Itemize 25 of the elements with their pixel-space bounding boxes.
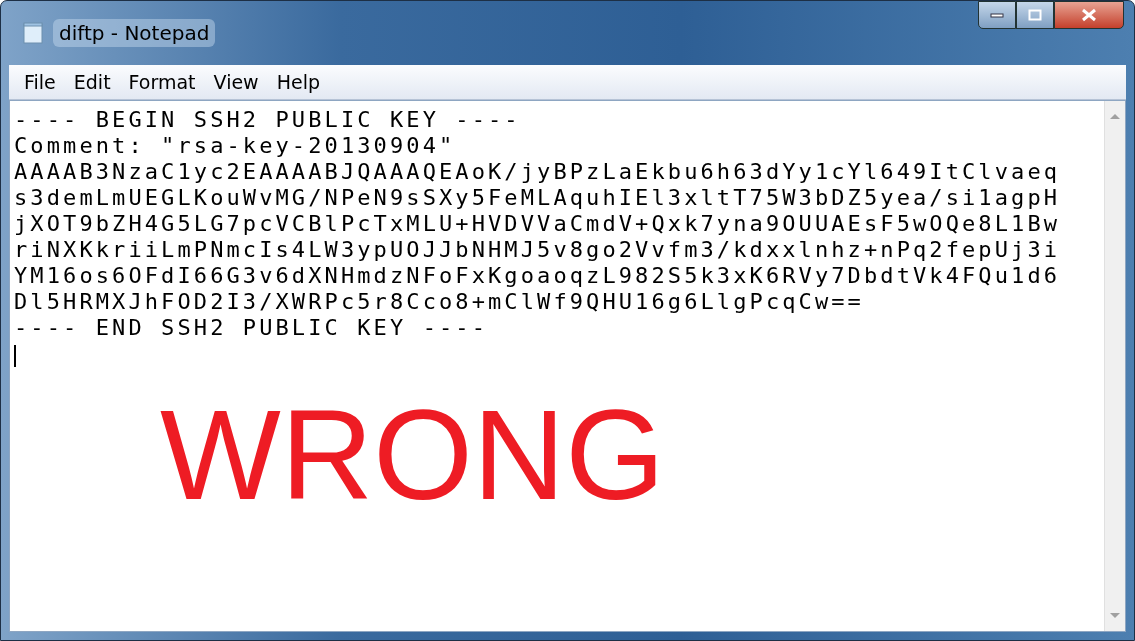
- menu-item[interactable]: View: [206, 69, 266, 95]
- maximize-button[interactable]: [1016, 1, 1054, 29]
- text-cursor: [14, 345, 16, 367]
- text-line: s3demLmUEGLKouWvMG/NPeN9sSXy5FeMLAquhIEl3xltT75W3bDZ5yea/si1agpH: [14, 185, 1062, 211]
- notepad-icon: [23, 22, 43, 44]
- menu-item[interactable]: Edit: [66, 69, 118, 95]
- close-button[interactable]: [1054, 1, 1124, 29]
- text-line: ---- BEGIN SSH2 PUBLIC KEY ----: [14, 107, 522, 133]
- close-icon: [1081, 8, 1097, 22]
- maximize-icon: [1028, 9, 1042, 21]
- minimize-icon: [990, 12, 1004, 18]
- text-line: AAAAB3NzaC1yc2EAAAABJQAAAQEAoK/jyBPzLaEkbu6h63dYy1cYl649ItClvaeq: [14, 159, 1062, 185]
- menu-item[interactable]: File: [17, 69, 63, 95]
- text-line: jXOT9bZH4G5LG7pcVCBlPcTxMLU+HVDVVaCmdV+Qxk7yna9OUUAEsF5wOQe8L1Bw: [14, 211, 1062, 237]
- text-line: riNXKkriiLmPNmcIs4LW3ypUOJJbNHMJ5v8go2Vvfm3/kdxxlnhz+nPq2fepUj3i: [14, 237, 1062, 263]
- window-title: diftp - Notepad: [53, 19, 216, 47]
- text-line: Dl5HRMXJhFOD2I3/XWRPc5r8Cco8+mClWf9QHU16g6LlgPcqCw==: [14, 289, 865, 315]
- text-area[interactable]: [9, 100, 1126, 632]
- text-line: ---- END SSH2 PUBLIC KEY ----: [14, 315, 489, 341]
- text-line: Comment: "rsa-key-20130904": [14, 133, 457, 159]
- menu-item[interactable]: Format: [121, 69, 203, 95]
- minimize-button[interactable]: [978, 1, 1016, 29]
- menu-item[interactable]: Help: [269, 69, 327, 95]
- annotation-text: WRONG: [160, 391, 665, 519]
- text-line: YM16os6OFdI66G3v6dXNHmdzNFoFxKgoaoqzL982S5k3xK6RVy7DbdtVk4FQu1d6: [14, 263, 1062, 289]
